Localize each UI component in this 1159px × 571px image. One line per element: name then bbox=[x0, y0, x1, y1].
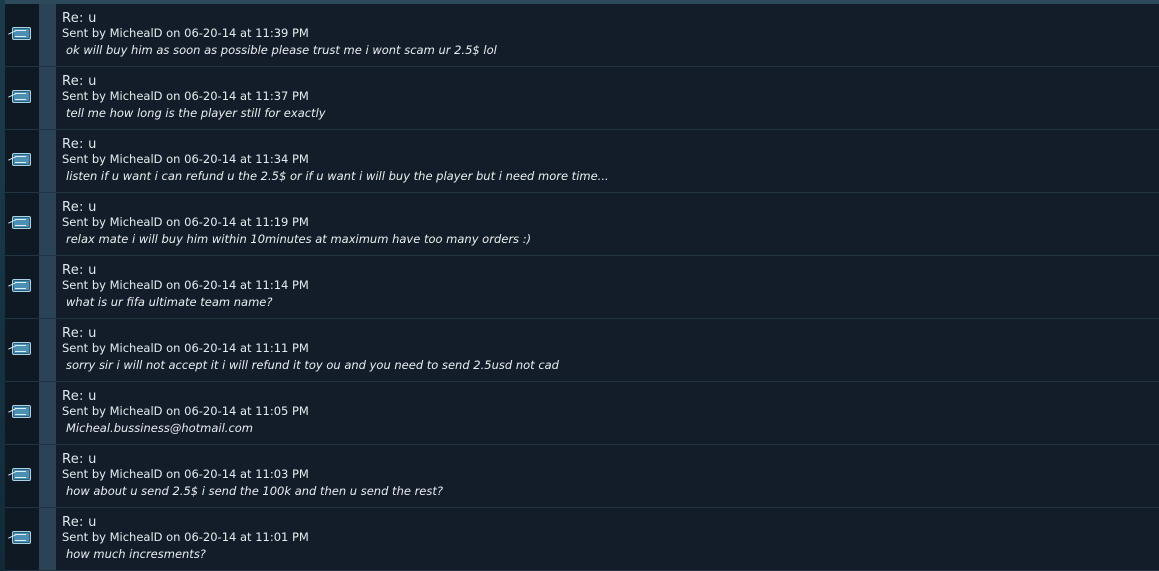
message-content: Re: u Sent by MichealD on 06-20-14 at 11… bbox=[56, 4, 1159, 66]
message-subject[interactable]: Re: u bbox=[62, 11, 97, 26]
row-stripe bbox=[39, 193, 56, 255]
message-meta: Sent by MichealD on 06-20-14 at 11:34 PM bbox=[62, 152, 309, 166]
message-icon-cell bbox=[5, 130, 39, 192]
message-content: Re: u Sent by MichealD on 06-20-14 at 11… bbox=[56, 382, 1159, 444]
message-meta: Sent by MichealD on 06-20-14 at 11:01 PM bbox=[62, 530, 309, 544]
message-subject[interactable]: Re: u bbox=[62, 263, 97, 278]
message-ticket-icon bbox=[12, 27, 31, 40]
row-stripe bbox=[39, 256, 56, 318]
message-ticket-icon bbox=[12, 531, 31, 544]
message-ticket-icon bbox=[12, 342, 31, 355]
message-content: Re: u Sent by MichealD on 06-20-14 at 11… bbox=[56, 130, 1159, 192]
message-meta: Sent by MichealD on 06-20-14 at 11:14 PM bbox=[62, 278, 309, 292]
message-subject[interactable]: Re: u bbox=[62, 389, 97, 404]
message-content: Re: u Sent by MichealD on 06-20-14 at 11… bbox=[56, 193, 1159, 255]
message-ticket-icon bbox=[12, 153, 31, 166]
message-subject[interactable]: Re: u bbox=[62, 137, 97, 152]
message-icon-cell bbox=[5, 508, 39, 570]
message-content: Re: u Sent by MichealD on 06-20-14 at 11… bbox=[56, 319, 1159, 381]
message-icon-cell bbox=[5, 319, 39, 381]
message-row[interactable]: Re: u Sent by MichealD on 06-20-14 at 11… bbox=[5, 382, 1159, 445]
row-stripe bbox=[39, 319, 56, 381]
message-subject[interactable]: Re: u bbox=[62, 74, 97, 89]
message-subject[interactable]: Re: u bbox=[62, 515, 97, 530]
message-row[interactable]: Re: u Sent by MichealD on 06-20-14 at 11… bbox=[5, 256, 1159, 319]
message-meta: Sent by MichealD on 06-20-14 at 11:39 PM bbox=[62, 26, 309, 40]
message-icon-cell bbox=[5, 382, 39, 444]
private-message-list: Re: u Sent by MichealD on 06-20-14 at 11… bbox=[5, 4, 1159, 571]
message-body: what is ur fifa ultimate team name? bbox=[66, 295, 273, 309]
message-ticket-icon bbox=[12, 90, 31, 103]
message-row[interactable]: Re: u Sent by MichealD on 06-20-14 at 11… bbox=[5, 508, 1159, 571]
message-meta: Sent by MichealD on 06-20-14 at 11:11 PM bbox=[62, 341, 309, 355]
message-icon-cell bbox=[5, 445, 39, 507]
message-subject[interactable]: Re: u bbox=[62, 200, 97, 215]
row-stripe bbox=[39, 130, 56, 192]
message-content: Re: u Sent by MichealD on 06-20-14 at 11… bbox=[56, 256, 1159, 318]
message-body: relax mate i will buy him within 10minut… bbox=[66, 232, 532, 246]
message-body: listen if u want i can refund u the 2.5$… bbox=[66, 169, 609, 183]
message-ticket-icon bbox=[12, 279, 31, 292]
row-stripe bbox=[39, 508, 56, 570]
row-stripe bbox=[39, 67, 56, 129]
message-icon-cell bbox=[5, 193, 39, 255]
row-stripe bbox=[39, 382, 56, 444]
message-meta: Sent by MichealD on 06-20-14 at 11:05 PM bbox=[62, 404, 309, 418]
message-body: how much incresments? bbox=[66, 547, 206, 561]
message-row[interactable]: Re: u Sent by MichealD on 06-20-14 at 11… bbox=[5, 4, 1159, 67]
message-subject[interactable]: Re: u bbox=[62, 452, 97, 467]
message-meta: Sent by MichealD on 06-20-14 at 11:03 PM bbox=[62, 467, 309, 481]
message-row[interactable]: Re: u Sent by MichealD on 06-20-14 at 11… bbox=[5, 67, 1159, 130]
message-body: how about u send 2.5$ i send the 100k an… bbox=[66, 484, 443, 498]
message-meta: Sent by MichealD on 06-20-14 at 11:37 PM bbox=[62, 89, 309, 103]
message-row[interactable]: Re: u Sent by MichealD on 06-20-14 at 11… bbox=[5, 319, 1159, 382]
message-body: tell me how long is the player still for… bbox=[66, 106, 326, 120]
row-stripe bbox=[39, 445, 56, 507]
message-content: Re: u Sent by MichealD on 06-20-14 at 11… bbox=[56, 445, 1159, 507]
message-body: ok will buy him as soon as possible plea… bbox=[66, 43, 497, 57]
message-content: Re: u Sent by MichealD on 06-20-14 at 11… bbox=[56, 508, 1159, 570]
message-ticket-icon bbox=[12, 216, 31, 229]
message-row[interactable]: Re: u Sent by MichealD on 06-20-14 at 11… bbox=[5, 130, 1159, 193]
message-subject[interactable]: Re: u bbox=[62, 326, 97, 341]
message-content: Re: u Sent by MichealD on 06-20-14 at 11… bbox=[56, 67, 1159, 129]
message-row[interactable]: Re: u Sent by MichealD on 06-20-14 at 11… bbox=[5, 193, 1159, 256]
message-body: sorry sir i will not accept it i will re… bbox=[66, 358, 559, 372]
message-icon-cell bbox=[5, 256, 39, 318]
message-meta: Sent by MichealD on 06-20-14 at 11:19 PM bbox=[62, 215, 309, 229]
message-row[interactable]: Re: u Sent by MichealD on 06-20-14 at 11… bbox=[5, 445, 1159, 508]
message-list-window: Re: u Sent by MichealD on 06-20-14 at 11… bbox=[0, 0, 1159, 571]
message-icon-cell bbox=[5, 67, 39, 129]
message-ticket-icon bbox=[12, 405, 31, 418]
message-icon-cell bbox=[5, 4, 39, 66]
message-body: Micheal.bussiness@hotmail.com bbox=[66, 421, 254, 435]
row-stripe bbox=[39, 4, 56, 66]
message-ticket-icon bbox=[12, 468, 31, 481]
